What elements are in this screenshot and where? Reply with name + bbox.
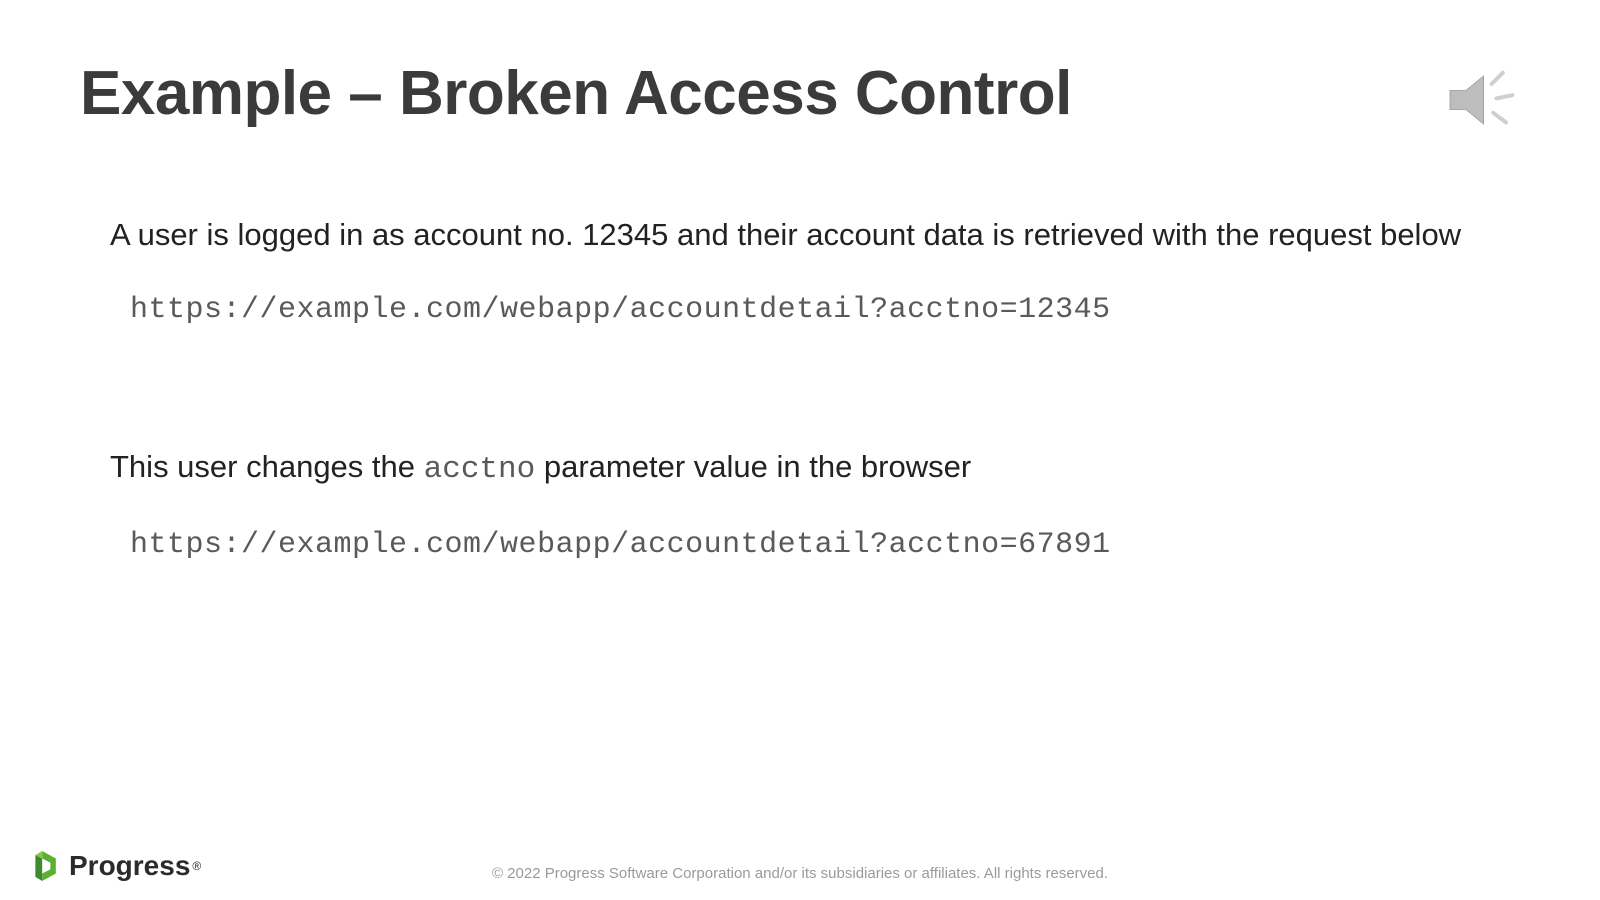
paragraph-2: This user changes the acctno parameter v… [110,448,1520,490]
slide-title: Example – Broken Access Control [80,58,1072,129]
paragraph-1: A user is logged in as account no. 12345… [110,216,1520,255]
slide: Example – Broken Access Control A user i… [0,0,1600,900]
url-example-2: https://example.com/webapp/accountdetail… [130,528,1111,562]
paragraph-2-pre: This user changes the [110,449,424,484]
url-example-1: https://example.com/webapp/accountdetail… [130,293,1111,327]
footer-copyright: © 2022 Progress Software Corporation and… [0,865,1600,882]
paragraph-2-code: acctno [424,452,536,487]
sound-icon [1442,60,1522,140]
paragraph-2-post: parameter value in the browser [535,449,971,484]
